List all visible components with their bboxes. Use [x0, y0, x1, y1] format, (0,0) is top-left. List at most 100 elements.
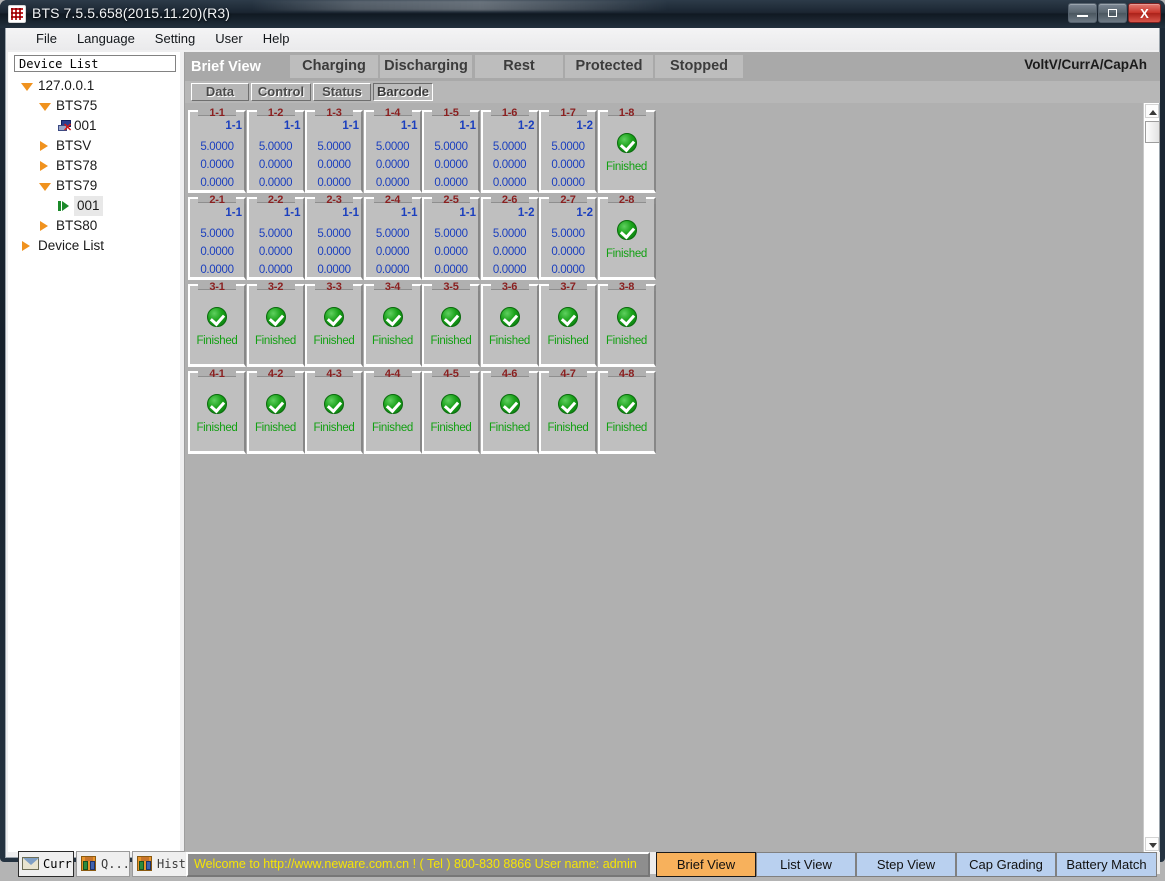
channel-cell[interactable]: 2-2 1-1 5.0000 0.0000 0.0000 — [246, 194, 305, 280]
device-tree[interactable]: 127.0.0.1 BTS75 ✕ 001 BTSV BTS78 BTS79 001 BTS80… — [14, 76, 180, 816]
state-tab-stopped[interactable]: Stopped — [655, 55, 743, 78]
sidebar-button-curr[interactable]: Curr — [18, 851, 74, 877]
tree-item-bts78[interactable]: BTS78 — [14, 156, 180, 176]
channel-cell[interactable]: 4-5 Finished — [422, 368, 480, 454]
channel-cell[interactable]: 1-2 1-1 5.0000 0.0000 0.0000 — [246, 107, 305, 193]
building-icon — [136, 856, 154, 872]
channel-cell[interactable]: 4-1 Finished — [188, 368, 246, 454]
tree-item-btsv[interactable]: BTSV — [14, 136, 180, 156]
channel-current: 0.0000 — [434, 159, 468, 171]
state-tab-charging[interactable]: Charging — [290, 55, 378, 78]
channel-cell[interactable]: 3-6 Finished — [480, 281, 539, 367]
channel-cell[interactable]: 4-7 Finished — [539, 368, 597, 454]
running-channel-icon[interactable] — [58, 201, 69, 211]
view-button-cap-grading[interactable]: Cap Grading — [956, 852, 1056, 877]
titlebar-sheen — [250, 0, 670, 11]
chevron-down-icon[interactable] — [39, 183, 51, 191]
menu-help[interactable]: Help — [253, 28, 300, 49]
check-circle-icon — [616, 394, 637, 414]
chevron-right-icon[interactable] — [40, 221, 48, 231]
channel-cell[interactable]: 2-7 1-2 5.0000 0.0000 0.0000 — [539, 194, 597, 280]
channel-cell[interactable]: 1-4 1-1 5.0000 0.0000 0.0000 — [363, 107, 422, 193]
channel-cell[interactable]: 2-1 1-1 5.0000 0.0000 0.0000 — [188, 194, 246, 280]
state-tab-brief-view[interactable]: Brief View — [191, 56, 283, 79]
channel-cell[interactable]: 3-8 Finished — [597, 281, 656, 367]
tree-item-bts79[interactable]: BTS79 — [14, 176, 180, 196]
channel-status: Finished — [196, 422, 238, 434]
chevron-down-icon[interactable] — [39, 103, 51, 111]
channel-step: 1-1 — [225, 207, 242, 219]
chevron-down-icon[interactable] — [21, 83, 33, 91]
channel-cell[interactable]: 2-3 1-1 5.0000 0.0000 0.0000 — [305, 194, 363, 280]
sidebar-button-bar: Curr Q... Hist — [8, 851, 188, 881]
channel-cell[interactable]: 3-2 Finished — [246, 281, 305, 367]
chevron-right-icon[interactable] — [40, 141, 48, 151]
channel-cell[interactable]: 1-6 1-2 5.0000 0.0000 0.0000 — [480, 107, 539, 193]
chevron-right-icon[interactable] — [40, 161, 48, 171]
view-button-brief-view[interactable]: Brief View — [656, 852, 756, 877]
channel-cell[interactable]: 1-7 1-2 5.0000 0.0000 0.0000 — [539, 107, 597, 193]
sub-tab-data[interactable]: Data — [191, 83, 249, 101]
check-circle-icon — [616, 133, 637, 153]
view-button-step-view[interactable]: Step View — [856, 852, 956, 877]
menu-file[interactable]: File — [26, 28, 67, 49]
sidebar-button-hist[interactable]: Hist — [132, 851, 188, 877]
channel-cell[interactable]: 4-6 Finished — [480, 368, 539, 454]
state-tab-discharging[interactable]: Discharging — [380, 55, 472, 78]
channel-cell[interactable]: 3-7 Finished — [539, 281, 597, 367]
channel-cell[interactable]: 3-3 Finished — [305, 281, 363, 367]
channel-cell[interactable]: 3-5 Finished — [422, 281, 480, 367]
channel-cell[interactable]: 2-4 1-1 5.0000 0.0000 0.0000 — [363, 194, 422, 280]
channel-cell[interactable]: 1-3 1-1 5.0000 0.0000 0.0000 — [305, 107, 363, 193]
tree-item-001[interactable]: 001 — [14, 196, 180, 216]
channel-cell[interactable]: 1-5 1-1 5.0000 0.0000 0.0000 — [422, 107, 480, 193]
sidebar-button-q[interactable]: Q... — [76, 851, 130, 877]
tree-item-127-0-0-1[interactable]: 127.0.0.1 — [14, 76, 180, 96]
view-button-list-view[interactable]: List View — [756, 852, 856, 877]
envelope-icon — [22, 856, 40, 872]
state-tab-rest[interactable]: Rest — [475, 55, 563, 78]
channel-cell[interactable]: 2-8 Finished — [597, 194, 656, 280]
channel-cell[interactable]: 3-1 Finished — [188, 281, 246, 367]
minimize-button[interactable] — [1068, 3, 1097, 23]
menu-language[interactable]: Language — [67, 28, 145, 49]
channel-capacity: 0.0000 — [492, 264, 527, 276]
tree-item-bts75[interactable]: BTS75 — [14, 96, 180, 116]
channel-status: Finished — [371, 335, 414, 347]
channel-cell[interactable]: 1-8 Finished — [597, 107, 656, 193]
channel-cell[interactable]: 4-3 Finished — [305, 368, 363, 454]
tree-item-bts80[interactable]: BTS80 — [14, 216, 180, 236]
close-button[interactable]: X — [1128, 3, 1161, 23]
check-circle-icon — [558, 307, 578, 327]
channel-step: 1-1 — [283, 207, 301, 219]
channel-id: 1-8 — [618, 107, 635, 119]
channel-cell[interactable]: 2-5 1-1 5.0000 0.0000 0.0000 — [422, 194, 480, 280]
channel-cell[interactable]: 4-4 Finished — [363, 368, 422, 454]
tree-item-device list[interactable]: Device List — [14, 236, 180, 256]
chevron-right-icon[interactable] — [22, 241, 30, 251]
menu-setting[interactable]: Setting — [145, 28, 205, 49]
channel-cell[interactable]: 3-4 Finished — [363, 281, 422, 367]
sub-tab-status[interactable]: Status — [313, 83, 371, 101]
channel-cell[interactable]: 4-8 Finished — [597, 368, 656, 454]
vertical-scroll-thumb[interactable] — [1145, 121, 1160, 143]
channel-cell[interactable]: 4-2 Finished — [246, 368, 305, 454]
scroll-up-button[interactable] — [1145, 104, 1159, 118]
channel-cell[interactable]: 2-6 1-2 5.0000 0.0000 0.0000 — [480, 194, 539, 280]
sub-tab-barcode[interactable]: Barcode — [373, 83, 433, 101]
vertical-scrollbar[interactable] — [1143, 103, 1160, 852]
channel-cell[interactable]: 1-1 1-1 5.0000 0.0000 0.0000 — [188, 107, 246, 193]
title-bar[interactable]: BTS 7.5.5.658(2015.11.20)(R3) X — [0, 0, 1165, 28]
channel-id: 1-7 — [560, 107, 576, 119]
channel-current: 0.0000 — [317, 246, 351, 258]
maximize-button[interactable] — [1098, 3, 1127, 23]
state-tab-protected[interactable]: Protected — [565, 55, 653, 78]
view-button-battery-match[interactable]: Battery Match — [1056, 852, 1157, 877]
scroll-down-button[interactable] — [1145, 837, 1159, 851]
check-circle-icon — [616, 220, 637, 240]
tree-item-001[interactable]: ✕ 001 — [14, 116, 180, 136]
menu-user[interactable]: User — [205, 28, 252, 49]
channel-voltage: 5.0000 — [200, 228, 234, 240]
sub-tab-control[interactable]: Control — [251, 83, 311, 101]
channel-voltage: 5.0000 — [551, 141, 585, 153]
